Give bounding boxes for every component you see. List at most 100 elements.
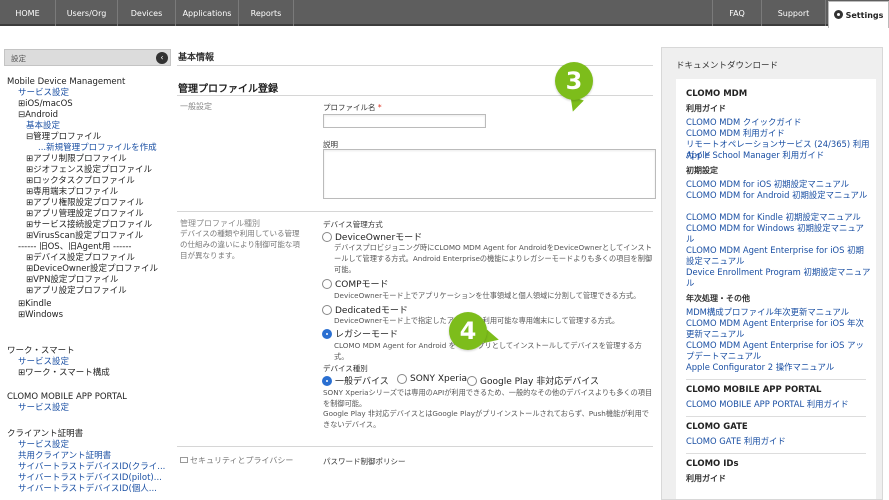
device-type-label: デバイス種別 <box>323 364 368 373</box>
security-privacy-section-toggle[interactable]: セキュリティとプライバシー <box>180 455 293 466</box>
sidebar-link[interactable]: サービス設定 <box>18 403 69 414</box>
device-type-google-play-unsupported[interactable]: Google Play 非対応デバイス <box>467 374 599 387</box>
nav-support[interactable]: Support <box>762 0 826 26</box>
sidebar-item[interactable]: ⊞Windows <box>18 310 63 321</box>
divider <box>177 446 653 447</box>
nav-users-org[interactable]: Users/Org <box>56 0 118 26</box>
radio-button[interactable] <box>322 278 332 289</box>
device-type-description-1: SONY Xperiaシリーズでは専用のAPIが利用できるため、一般的なその他の… <box>323 388 653 408</box>
doc-section-title: CLOMO IDs <box>686 459 739 469</box>
doc-download-link[interactable]: CLOMO MDM for iOS 初期設定マニュアル <box>686 179 871 190</box>
sidebar-link[interactable]: サービス設定 <box>18 88 69 99</box>
mode-legacy[interactable]: レガシーモード <box>322 327 398 340</box>
sidebar-item[interactable]: ⊞アプリ制限プロファイル <box>26 154 127 165</box>
radio-button[interactable] <box>397 374 407 384</box>
device-type-option-label: Google Play 非対応デバイス <box>480 377 599 387</box>
password-policy-label: パスワード制御ポリシー <box>323 457 406 466</box>
general-settings-label: 一般設定 <box>180 102 212 111</box>
sidebar-item[interactable]: Mobile Device Management <box>7 77 125 88</box>
sidebar-item[interactable]: ⊟管理プロファイル <box>26 132 101 143</box>
sidebar-item[interactable]: ⊞デバイス設定プロファイル <box>26 253 135 264</box>
form-title: 管理プロファイル登録 <box>178 84 278 95</box>
doc-download-link[interactable]: CLOMO MDM for Windows 初期設定マニュアル <box>686 223 871 245</box>
settings-sidebar: 設定 ‹ Mobile Device Management サービス設定 ⊞iOS/… <box>4 49 171 500</box>
radio-button[interactable] <box>322 231 332 242</box>
sidebar-header: 設定 ‹ <box>4 49 171 66</box>
sidebar-link[interactable]: 基本設定 <box>26 121 60 132</box>
required-mark: * <box>377 103 382 112</box>
sidebar-link[interactable]: サイバートラストデバイスID(クライ... <box>18 462 165 473</box>
sidebar-item[interactable]: ⊞専用端末プロファイル <box>26 187 118 198</box>
sidebar-item[interactable]: ⊞ジオフェンス設定プロファイル <box>26 165 152 176</box>
sidebar-item[interactable]: ⊟Android <box>18 110 58 121</box>
collapse-sidebar-button[interactable]: ‹ <box>156 52 168 64</box>
description-textarea[interactable] <box>323 149 656 199</box>
sidebar-item[interactable]: ⊞ロックタスクプロファイル <box>26 176 135 187</box>
sidebar-item[interactable]: ⊞iOS/macOS <box>18 99 73 110</box>
doc-group-title: 利用ガイド <box>686 104 726 113</box>
doc-group-title: 初期設定 <box>686 166 718 175</box>
divider <box>686 379 866 380</box>
section-title: 基本情報 <box>178 53 215 63</box>
device-type-option-label: 一般デバイス <box>335 377 389 387</box>
sidebar-link[interactable]: 共用クライアント証明書 <box>18 451 111 462</box>
doc-download-link[interactable]: CLOMO MDM クイックガイド <box>686 117 871 128</box>
document-download-panel: ドキュメントダウンロード CLOMO MDM 利用ガイド CLOMO MDM クイッ… <box>661 47 883 500</box>
sidebar-item[interactable]: ⊞アプリ管理設定プロファイル <box>26 209 144 220</box>
sidebar-link[interactable]: ...新規管理プロファイルを作成 <box>38 143 157 154</box>
sidebar-item[interactable]: ⊞VirusScan設定プロファイル <box>26 231 143 242</box>
nav-settings[interactable]: Settings <box>828 1 889 28</box>
nav-home[interactable]: HOME <box>0 0 56 26</box>
sidebar-item[interactable]: ⊞アプリ権限設定プロファイル <box>26 198 144 209</box>
sidebar-link[interactable]: サイバートラストデバイスID(個人... <box>18 484 157 495</box>
sidebar-item[interactable]: ⊞アプリ設定プロファイル <box>26 286 127 297</box>
sidebar-item[interactable]: ⊞サービス接続設定プロファイル <box>26 220 152 231</box>
doc-section-title: CLOMO MDM <box>686 89 748 99</box>
nav-settings-label: Settings <box>845 11 884 20</box>
radio-button[interactable] <box>467 375 477 386</box>
doc-download-link[interactable]: Apple Configurator 2 操作マニュアル <box>686 362 871 373</box>
doc-download-link[interactable]: Device Enrollment Program 初期設定マニュアル <box>686 267 871 289</box>
radio-button-selected[interactable] <box>322 328 332 339</box>
mode-deviceowner-description: デバイスプロビジョニング時にCLOMO MDM Agent for Androi… <box>334 243 653 274</box>
radio-button[interactable] <box>322 304 332 315</box>
device-type-general[interactable]: 一般デバイス <box>322 374 389 387</box>
doc-download-link[interactable]: CLOMO GATE 利用ガイド <box>686 436 871 447</box>
radio-button-selected[interactable] <box>322 375 332 386</box>
sidebar-item[interactable]: CLOMO MOBILE APP PORTAL <box>7 392 127 403</box>
sidebar-item[interactable]: ⊞ワーク・スマート構成 <box>18 368 110 379</box>
doc-download-link[interactable]: CLOMO MDM for Android 初期設定マニュアル <box>686 190 871 201</box>
doc-download-link[interactable]: CLOMO MDM for Kindle 初期設定マニュアル <box>686 212 871 223</box>
profile-name-label-text: プロファイル名 <box>323 103 376 112</box>
sidebar-item[interactable]: ⊞Kindle <box>18 299 51 310</box>
doc-download-link[interactable]: CLOMO MDM Agent Enterprise for iOS 年次更新マ… <box>686 318 871 340</box>
nav-faq[interactable]: FAQ <box>712 0 762 26</box>
profile-name-input[interactable] <box>323 114 486 128</box>
mode-comp[interactable]: COMPモード <box>322 277 389 290</box>
sidebar-item[interactable]: ⊞DeviceOwner設定プロファイル <box>26 264 158 275</box>
doc-download-link[interactable]: Apple School Manager 利用ガイド <box>686 150 871 161</box>
mode-label: COMPモード <box>335 280 389 290</box>
sidebar-item[interactable]: クライアント証明書 <box>7 429 83 440</box>
sidebar-item[interactable]: ⊞VPN設定プロファイル <box>26 275 118 286</box>
device-type-description-2: Google Play 非対応デバイスとはGoogle Playがプリインストー… <box>323 409 649 429</box>
doc-download-link[interactable]: CLOMO MOBILE APP PORTAL 利用ガイド <box>686 399 871 410</box>
doc-download-link[interactable]: CLOMO MDM 利用ガイド <box>686 128 871 139</box>
callout-badge-3: 3 <box>555 62 593 100</box>
doc-download-link[interactable]: CLOMO MDM Agent Enterprise for iOS アップデー… <box>686 340 871 362</box>
doc-section-title: CLOMO GATE <box>686 422 748 432</box>
nav-devices[interactable]: Devices <box>118 0 176 26</box>
gear-icon <box>833 10 843 19</box>
sidebar-link[interactable]: サービス設定 <box>18 357 69 368</box>
profile-type-description: デバイスの種類や利用している管理の仕組みの違いにより制御可能な項目が異なります。 <box>180 229 300 260</box>
sidebar-link[interactable]: サイバートラストデバイスID(pilot)... <box>18 473 162 484</box>
doc-group-title: 利用ガイド <box>686 474 726 483</box>
sidebar-link[interactable]: サービス設定 <box>18 440 69 451</box>
doc-download-link[interactable]: CLOMO MDM Agent Enterprise for iOS 初期設定マ… <box>686 245 871 267</box>
device-type-sony-xperia[interactable]: SONY Xperia <box>397 374 467 384</box>
mode-label: レガシーモード <box>335 330 399 340</box>
sidebar-item[interactable]: ------ 旧OS、旧Agent用 ------ <box>18 242 131 253</box>
doc-download-link[interactable]: MDM構成プロファイル年次更新マニュアル <box>686 307 871 318</box>
doc-section-title: CLOMO MOBILE APP PORTAL <box>686 385 822 395</box>
sidebar-item[interactable]: ワーク・スマート <box>7 346 75 357</box>
